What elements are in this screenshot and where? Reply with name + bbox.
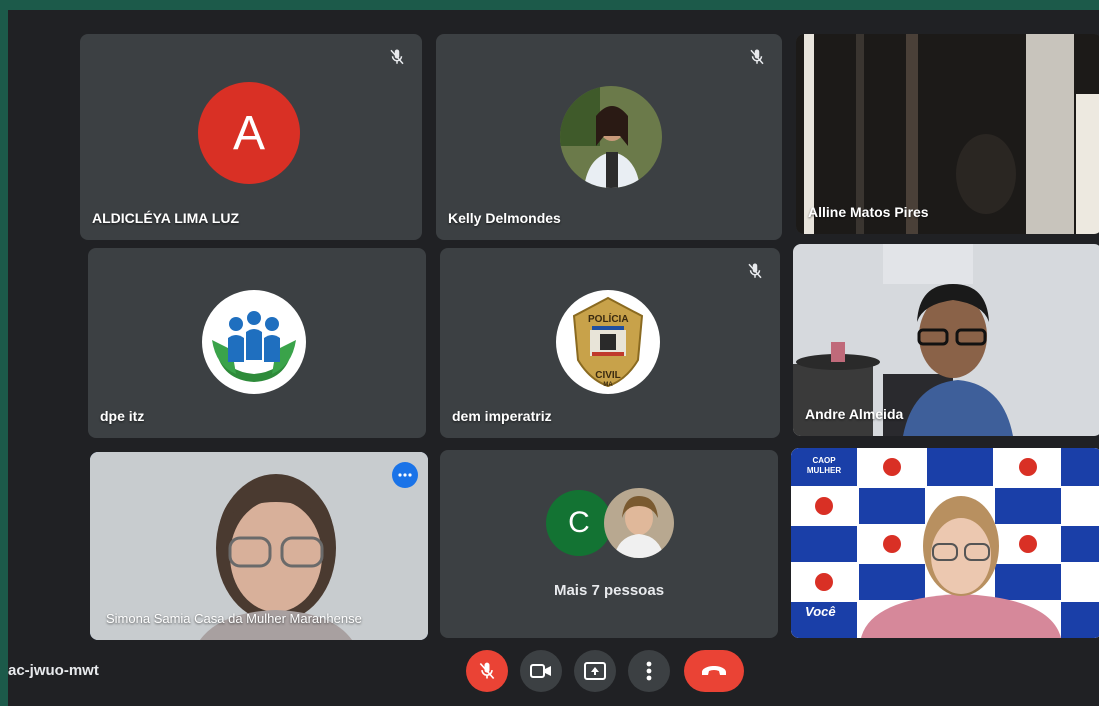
participant-name: dem imperatriz — [452, 408, 552, 424]
participant-name: Kelly Delmondes — [448, 210, 561, 226]
camera-toggle-button[interactable] — [520, 650, 562, 692]
participant-name: Simona Samia Casa da Mulher Maranhense — [106, 611, 362, 626]
participant-name: Alline Matos Pires — [808, 204, 929, 220]
avatar: C — [546, 490, 612, 556]
banner-bottom-text: Você — [805, 604, 836, 619]
participant-name: ALDICLÉYA LIMA LUZ — [92, 210, 239, 226]
participant-tile-caop[interactable]: CAOP MULHER Você — [791, 448, 1099, 638]
meeting-code: ac-jwuo-mwt — [8, 662, 99, 679]
participant-tile-kelly[interactable]: Kelly Delmondes — [436, 34, 782, 240]
participant-tile-dpe[interactable]: dpe itz — [88, 248, 426, 438]
leave-call-button[interactable] — [684, 650, 744, 692]
mic-off-icon — [750, 49, 764, 65]
mic-off-icon — [479, 662, 495, 680]
avatar-photo — [560, 86, 662, 188]
camera-icon — [530, 664, 551, 678]
present-button[interactable] — [574, 650, 616, 692]
banner-text: CAOP MULHER — [806, 456, 842, 475]
participant-tile-andre[interactable]: Andre Almeida — [793, 244, 1099, 436]
mic-off-icon — [748, 263, 762, 279]
logo-text-state: MA — [603, 382, 613, 388]
mic-off-icon — [390, 49, 404, 65]
logo-text-bottom: CIVIL — [595, 370, 621, 381]
participant-tile-simona[interactable]: Simona Samia Casa da Mulher Maranhense — [90, 452, 428, 640]
more-participants-label: Mais 7 pessoas — [553, 582, 665, 599]
meet-screen: A ALDICLÉYA LIMA LUZ Kelly Delmondes All… — [8, 10, 1099, 706]
more-horiz-icon — [398, 473, 412, 477]
participant-name: Andre Almeida — [805, 406, 904, 422]
logo-text-top: POLÍCIA — [588, 314, 629, 325]
avatar: A — [198, 82, 300, 184]
avatar-photo — [604, 488, 674, 558]
control-bar: ac-jwuo-mwt — [8, 644, 1099, 706]
dpe-logo — [202, 290, 306, 394]
mic-toggle-button[interactable] — [466, 650, 508, 692]
participant-tile-aldicleya[interactable]: A ALDICLÉYA LIMA LUZ — [80, 34, 422, 240]
more-options-button[interactable] — [628, 650, 670, 692]
present-icon — [584, 662, 606, 680]
participant-tile-dem[interactable]: POLÍCIA CIVIL MA dem imperatriz — [440, 248, 780, 438]
participant-tile-alline[interactable]: Alline Matos Pires — [796, 34, 1099, 234]
more-vert-icon — [646, 661, 652, 681]
more-options-button[interactable] — [392, 462, 418, 488]
hangup-icon — [702, 666, 726, 675]
participant-tile-more[interactable]: C Mais 7 pessoas — [440, 450, 778, 638]
video-feed — [791, 448, 1099, 638]
participant-name: dpe itz — [100, 408, 145, 424]
